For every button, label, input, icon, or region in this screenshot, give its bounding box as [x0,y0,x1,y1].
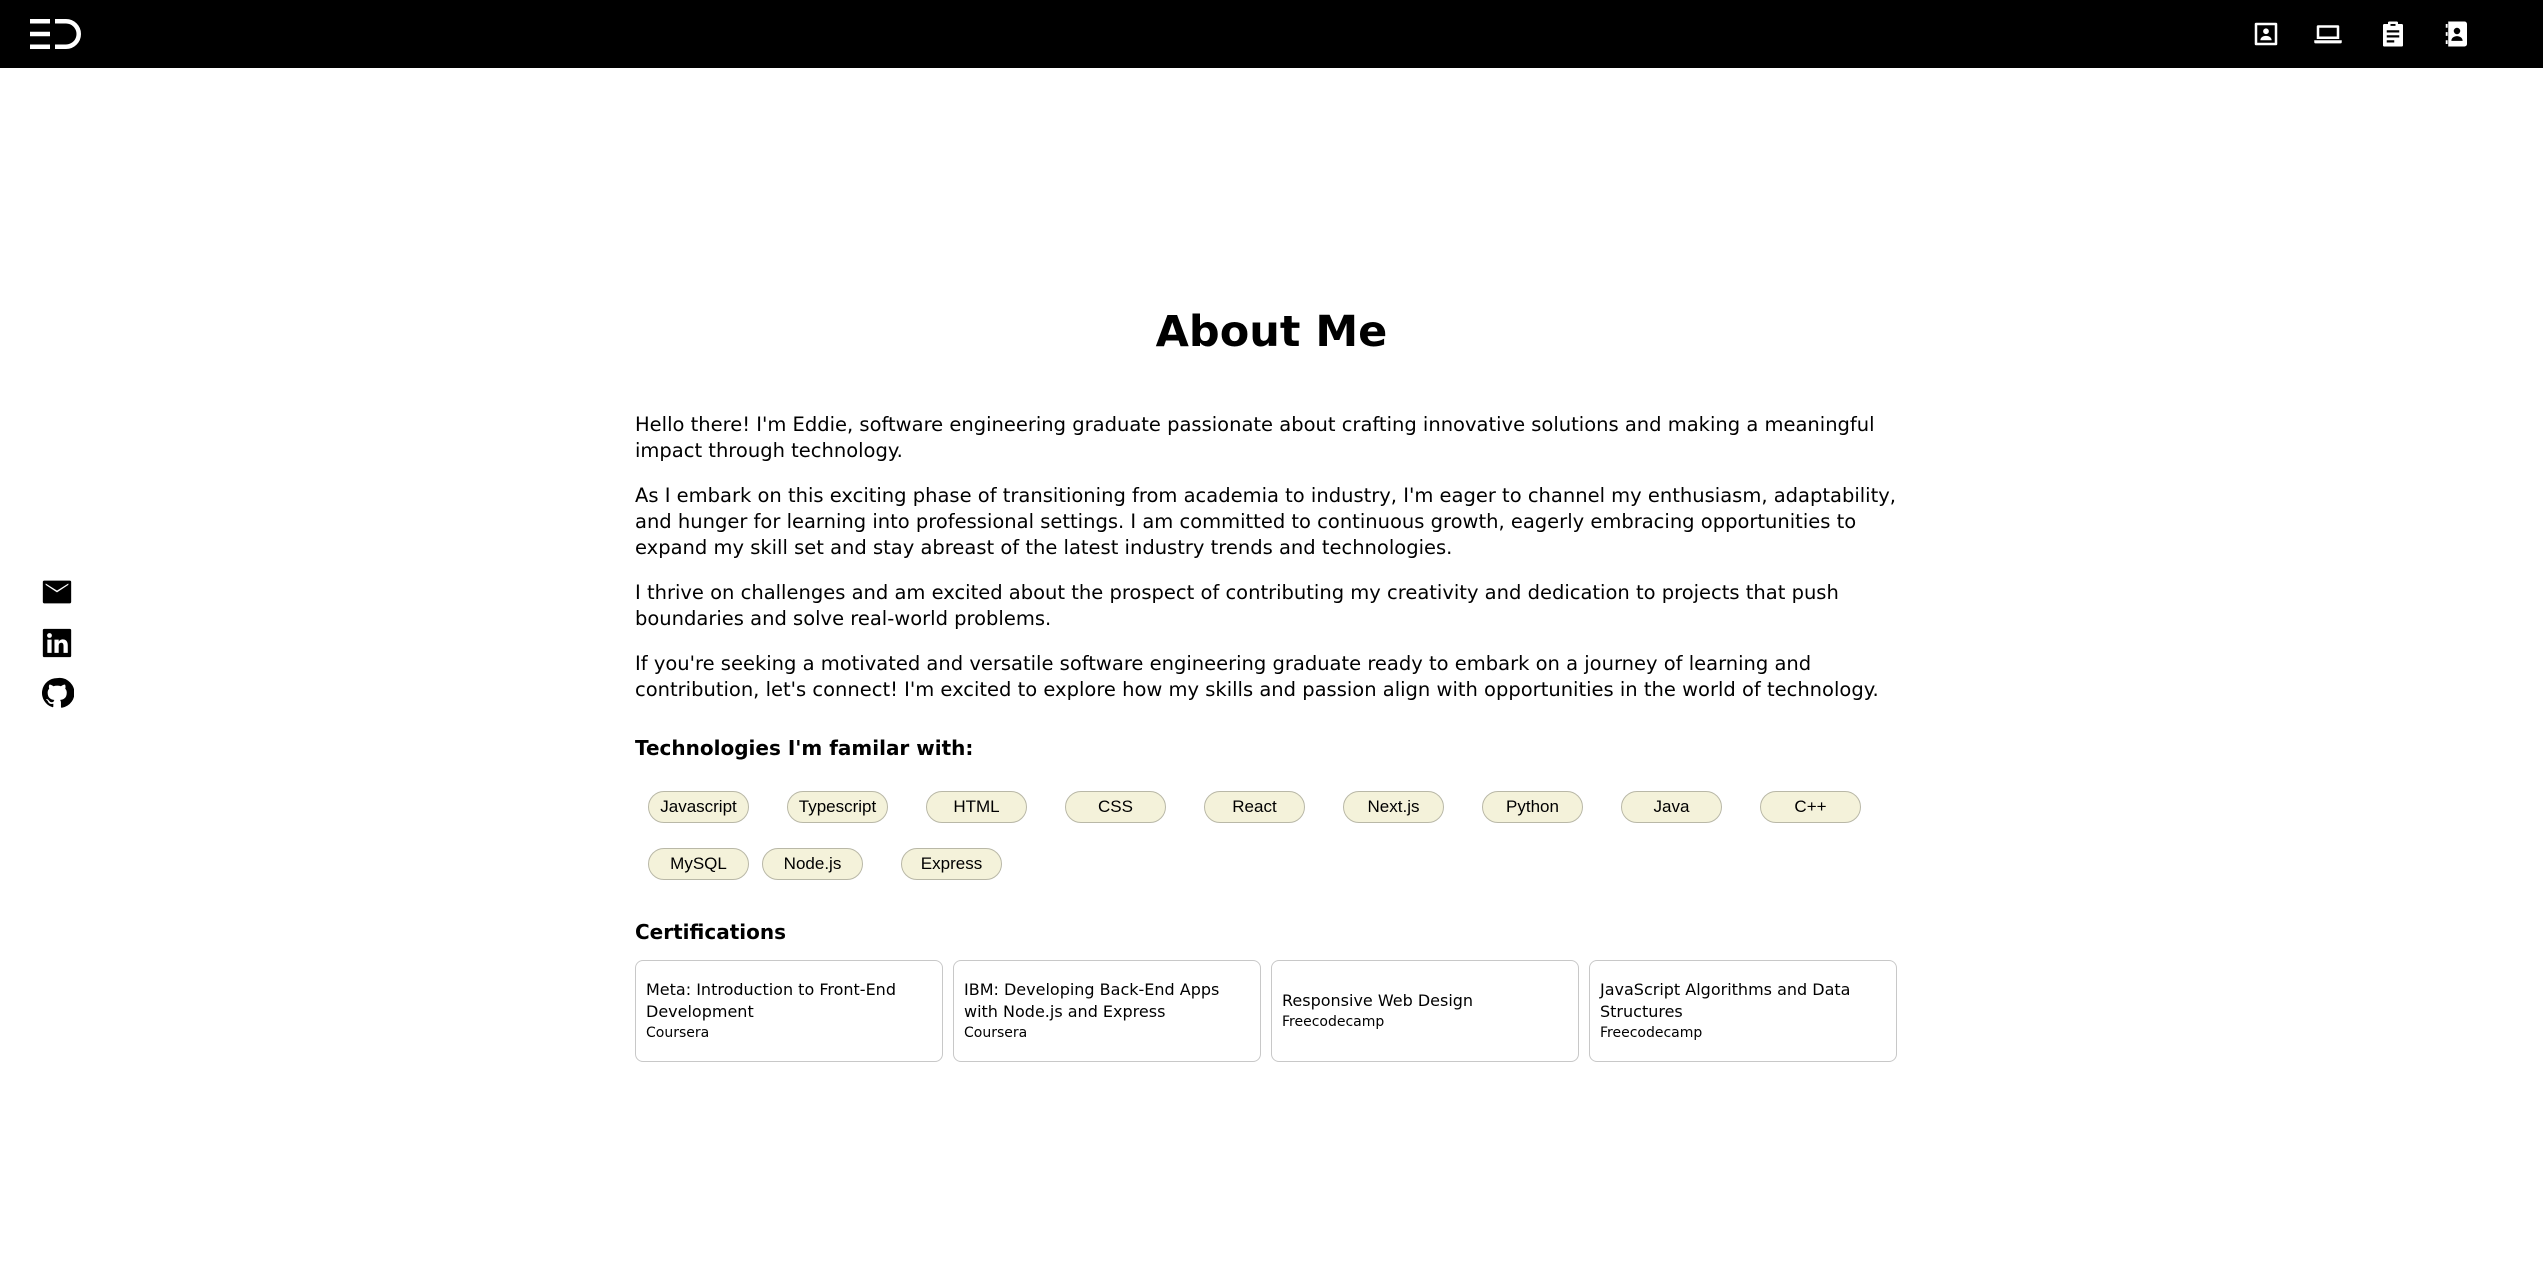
tech-chip: Express [901,848,1002,880]
certification-title: Responsive Web Design [1282,991,1474,1010]
linkedin-icon[interactable] [40,626,74,660]
tech-chip: MySQL [648,848,749,880]
certification-list: Meta: Introduction to Front-End Developm… [635,960,1900,1062]
technologies-heading: Technologies I'm familar with: [635,736,974,760]
contact-card-icon[interactable] [2251,19,2281,49]
challenges-paragraph: I thrive on challenges and am excited ab… [635,581,1839,630]
intro-paragraph: Hello there! I'm Eddie, software enginee… [635,413,1875,462]
tech-chip: Java [1621,791,1722,823]
certification-title: Meta: Introduction to Front-End Developm… [646,980,896,1021]
certification-issuer: Freecodecamp [1282,1014,1385,1030]
tech-chip: Next.js [1343,791,1444,823]
technology-list: Javascript Typescript HTML CSS React Nex… [635,791,1900,905]
github-icon[interactable] [40,676,74,710]
page-title: About Me [1155,307,1388,357]
certification-card[interactable]: IBM: Developing Back-End Apps with Node.… [953,960,1261,1062]
certification-issuer: Coursera [964,1025,1028,1041]
about-section: Hello there! I'm Eddie, software enginee… [635,412,1900,1062]
certification-card[interactable]: Responsive Web Design Freecodecamp [1271,960,1579,1062]
tech-chip: React [1204,791,1305,823]
connect-paragraph: If you're seeking a motivated and versat… [635,652,1879,701]
certification-title: JavaScript Algorithms and Data Structure… [1600,980,1851,1021]
tech-chip: C++ [1760,791,1861,823]
certification-card[interactable]: JavaScript Algorithms and Data Structure… [1589,960,1897,1062]
certification-issuer: Freecodecamp [1600,1025,1703,1041]
tech-chip: Node.js [762,848,863,880]
transition-paragraph: As I embark on this exciting phase of tr… [635,484,1896,559]
logo[interactable] [30,18,82,50]
clipboard-icon[interactable] [2378,19,2408,49]
certification-card[interactable]: Meta: Introduction to Front-End Developm… [635,960,943,1062]
certification-title: IBM: Developing Back-End Apps with Node.… [964,980,1220,1021]
certification-issuer: Coursera [646,1025,710,1041]
tech-chip: HTML [926,791,1027,823]
contact-book-icon[interactable] [2442,19,2472,49]
tech-chip: Typescript [787,791,888,823]
tech-chip: CSS [1065,791,1166,823]
tech-chip: Python [1482,791,1583,823]
laptop-icon[interactable] [2313,19,2343,49]
tech-chip: Javascript [648,791,749,823]
top-navbar [0,0,2543,68]
certifications-heading: Certifications [635,920,786,944]
email-icon[interactable] [40,575,74,609]
